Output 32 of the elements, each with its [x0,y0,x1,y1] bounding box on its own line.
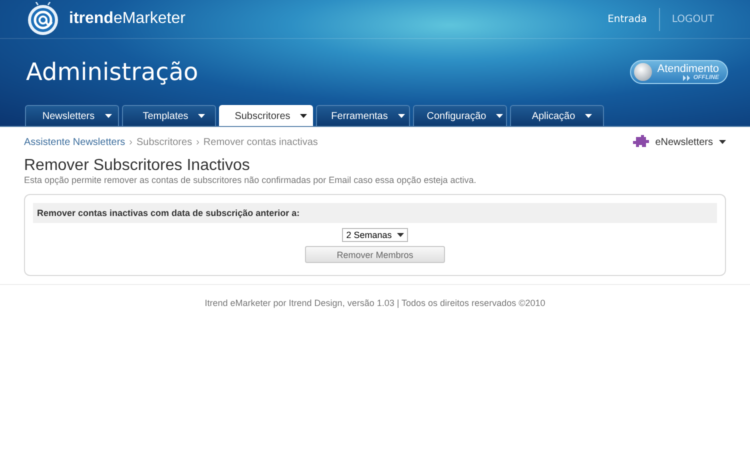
breadcrumb-link[interactable]: Assistente Newsletters [24,136,126,148]
caret-icon [198,114,206,118]
form-label: Remover contas inactivas com data de subscrição anterior a: [33,203,717,223]
nav-tab[interactable]: Configuração [413,105,507,126]
nav-tab[interactable]: Newsletters [25,105,119,126]
double-chevron-icon [683,74,692,80]
logo-text: itrendeMarketer [69,10,186,28]
caret-icon [585,114,592,118]
section-title: Remover Subscritores Inactivos [24,157,251,175]
module-menu[interactable]: eNewsletters [633,135,726,149]
section-description: Esta opção permite remover as contas de subscritores não confirmadas por Email caso essa opção esteja activa. [24,175,478,185]
breadcrumb-separator: › [129,136,132,148]
breadcrumb-separator: › [196,136,200,148]
caret-icon [396,233,404,237]
caret-icon [104,114,112,118]
caret-icon [300,114,308,118]
period-dropdown[interactable]: 2 Semanas [342,228,408,242]
caret-icon [719,140,726,144]
breadcrumb-item: Subscritores [136,136,192,148]
header-link[interactable]: Entrada [596,8,660,30]
nav-tab[interactable]: Ferramentas [316,105,410,126]
nav-tab[interactable]: Templates [122,105,216,126]
caret-icon [496,114,504,118]
breadcrumb-item: Remover contas inactivas [203,136,318,148]
at-sign-logo-icon [26,2,60,36]
caret-icon [398,114,405,118]
nav-tab[interactable]: Aplicação [510,105,604,126]
nav-tab[interactable]: Subscritores [219,105,313,126]
remove-members-button[interactable]: Remover Membros [305,246,445,263]
puzzle-piece-icon [633,135,650,149]
page-heading: Administração [26,58,198,86]
footer-text: Itrend eMarketer por Itrend Design, versão 1.03 | Todos os direitos reservados ©2010 [204,298,546,308]
